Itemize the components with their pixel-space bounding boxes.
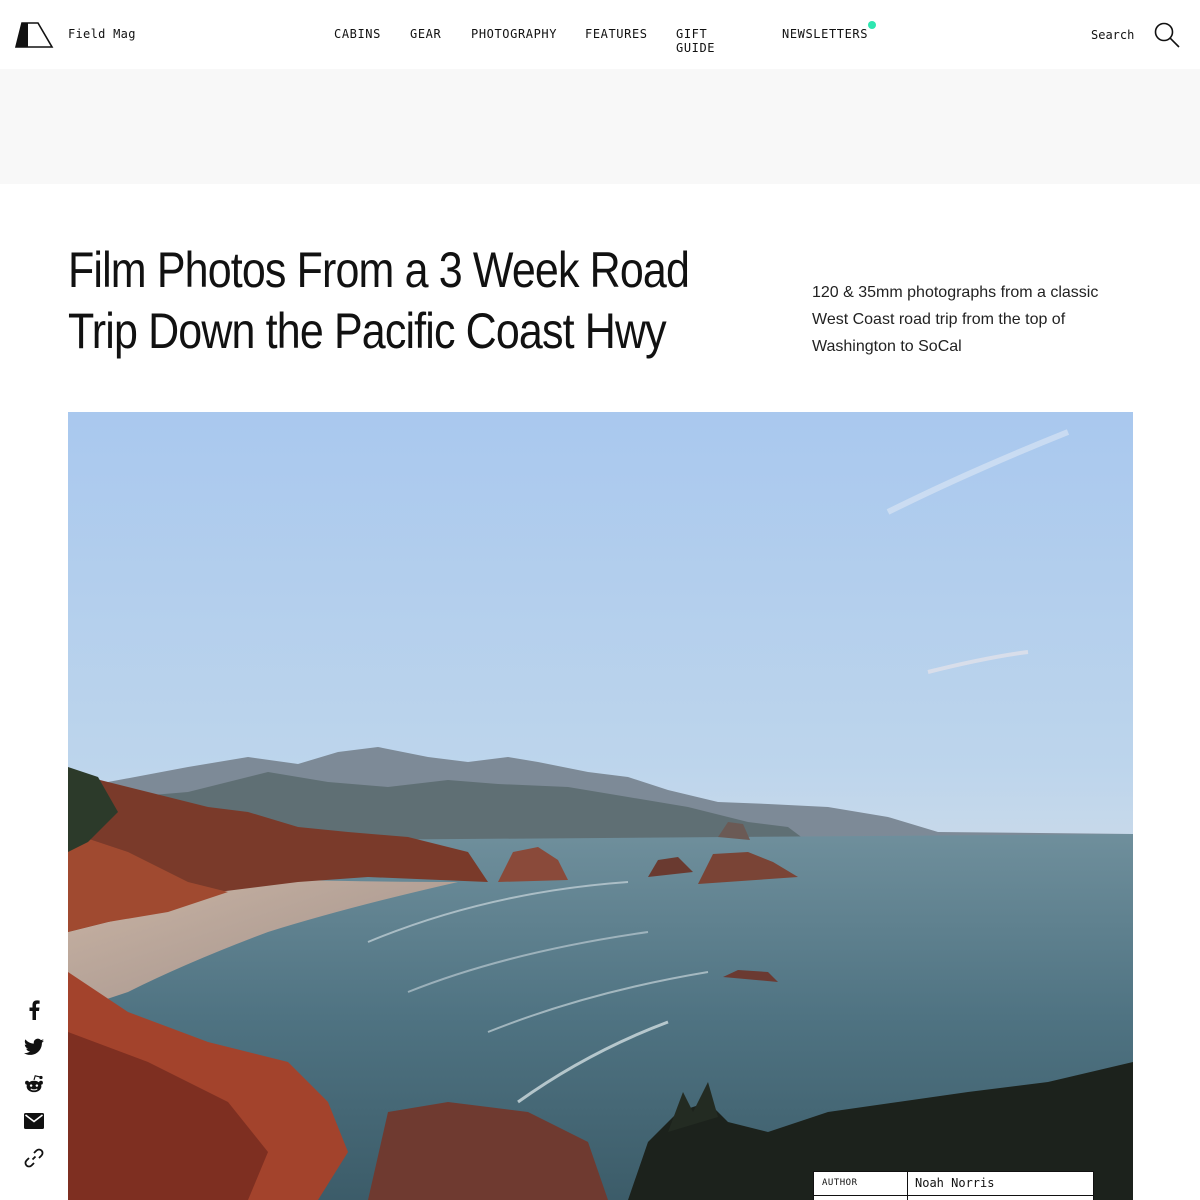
article-meta-box: AUTHOR Noah Norris [813,1171,1094,1200]
search-icon[interactable] [1153,21,1181,49]
ad-banner-area [0,69,1200,184]
link-icon [24,1148,44,1168]
email-icon [24,1113,44,1129]
twitter-icon [24,1038,44,1055]
nav-gear[interactable]: GEAR [410,27,441,41]
twitter-share-button[interactable] [20,1033,48,1061]
site-header: Field Mag CABINS GEAR PHOTOGRAPHY FEATUR… [0,0,1200,69]
article-title-line-2: Trip Down the Pacific Coast Hwy [68,303,667,359]
article-dek-line-1: 120 & 35mm photographs from a classic [812,284,1099,301]
copy-link-button[interactable] [20,1144,48,1172]
meta-divider [907,1172,908,1200]
article-dek-line-2: West Coast road trip from the top of [812,311,1066,328]
article-title-line-1: Film Photos From a 3 Week Road [68,242,690,298]
nav-photography[interactable]: PHOTOGRAPHY [471,27,557,41]
facebook-share-button[interactable] [20,996,48,1024]
article-dek-line-3: Washington to SoCal [812,338,962,355]
article-dek: 120 & 35mm photographs from a classic We… [812,279,1142,360]
author-row: AUTHOR Noah Norris [814,1172,1093,1196]
hero-image [68,412,1133,1200]
brand-name[interactable]: Field Mag [68,27,136,41]
author-name[interactable]: Noah Norris [915,1176,994,1190]
search-label[interactable]: Search [1091,28,1134,42]
nav-gift-guide[interactable]: GIFT GUIDE [676,27,715,55]
nav-cabins[interactable]: CABINS [334,27,381,41]
reddit-icon [25,1075,43,1093]
newsletter-indicator-dot [868,21,876,29]
email-share-button[interactable] [20,1107,48,1135]
author-label: AUTHOR [822,1178,858,1188]
facebook-icon [29,1000,40,1020]
nav-newsletters[interactable]: NEWSLETTERS [782,27,868,41]
field-mag-logo-icon[interactable] [14,22,54,48]
reddit-share-button[interactable] [20,1070,48,1098]
nav-features[interactable]: FEATURES [585,27,648,41]
article-title: Film Photos From a 3 Week Road Trip Down… [68,240,773,362]
